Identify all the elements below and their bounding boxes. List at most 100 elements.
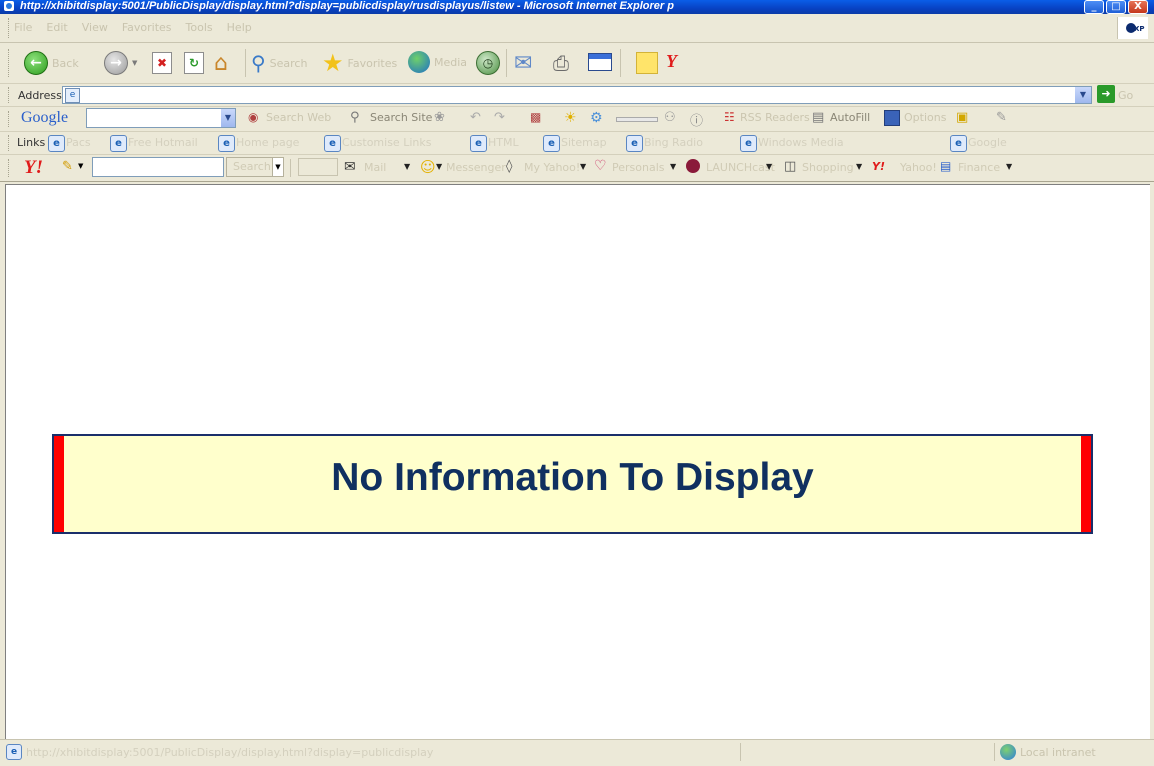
pencil-icon[interactable]: ✎ <box>62 159 73 174</box>
yahoo-messenger-button[interactable]: Y <box>666 51 677 72</box>
address-input[interactable]: e ▼ <box>62 86 1092 104</box>
search-site-button[interactable]: Search Site <box>370 111 432 124</box>
close-button[interactable]: X <box>1128 0 1148 14</box>
print-button[interactable]: ⎙ <box>553 51 569 75</box>
binoculars-icon[interactable]: ◉ <box>248 110 262 124</box>
link-item[interactable]: Customise Links <box>342 136 431 149</box>
chevron-down-icon[interactable]: ▼ <box>670 162 676 171</box>
chevron-down-icon[interactable]: ▼ <box>1075 87 1091 103</box>
menu-item[interactable]: File <box>14 21 32 34</box>
page-info-icon[interactable]: ⚇ <box>664 110 678 125</box>
go-button[interactable]: Go <box>1118 89 1133 102</box>
forward-button[interactable]: → ▼ <box>104 51 137 75</box>
link-ie-icon[interactable]: e <box>48 135 65 152</box>
info-icon[interactable]: ⓘ <box>690 110 704 129</box>
minimize-button[interactable]: _ <box>1084 0 1104 14</box>
options-gear-icon[interactable]: ⚙ <box>590 110 604 126</box>
link-item[interactable]: Sitemap <box>561 136 607 149</box>
chevron-down-icon[interactable]: ▼ <box>856 162 862 171</box>
notes-button[interactable] <box>636 52 658 74</box>
no-info-banner: No Information To Display <box>52 434 1093 534</box>
google-search-input[interactable]: ▼ <box>86 108 236 128</box>
toolbar-grip[interactable] <box>8 49 12 77</box>
yahoo-finance-button[interactable]: Finance <box>958 161 1000 174</box>
link-item[interactable]: HTML <box>488 136 519 149</box>
news-icon[interactable]: ❀ <box>434 110 448 125</box>
yahoo-shopping-button[interactable]: Shopping <box>802 161 854 174</box>
yahoo-logo[interactable]: Y! <box>24 157 43 179</box>
chevron-down-icon[interactable]: ▼ <box>1006 162 1012 171</box>
link-item[interactable]: Bing Radio <box>644 136 703 149</box>
edit-button[interactable] <box>588 53 612 71</box>
link-ie-icon[interactable]: e <box>626 135 643 152</box>
page-content: No Information To Display <box>5 184 1150 739</box>
chevron-down-icon[interactable]: ▼ <box>766 162 772 171</box>
link-ie-icon[interactable]: e <box>470 135 487 152</box>
link-item[interactable]: Google <box>968 136 1007 149</box>
pencil-icon[interactable]: ✎ <box>996 110 1010 125</box>
yahoo-toolbar-slot[interactable] <box>298 158 338 176</box>
home-button[interactable]: ⌂ <box>214 51 228 76</box>
chevron-down-icon[interactable]: ▼ <box>404 162 410 171</box>
toolbar-grip[interactable] <box>8 111 12 127</box>
my-yahoo-icon: ◊ <box>506 159 513 174</box>
link-ie-icon[interactable]: e <box>110 135 127 152</box>
my-yahoo-button[interactable]: My Yahoo! <box>524 161 580 174</box>
history-button[interactable]: ◷ <box>476 51 500 75</box>
favorites-button[interactable]: ★ Favorites <box>322 49 397 77</box>
toolbar-grip[interactable] <box>8 135 12 151</box>
chevron-down-icon[interactable]: ▼ <box>221 109 235 127</box>
go-arrow-icon[interactable]: ➜ <box>1097 85 1115 103</box>
page-icon: e <box>65 88 80 103</box>
link-ie-icon[interactable]: e <box>740 135 757 152</box>
link-ie-icon[interactable]: e <box>324 135 341 152</box>
link-item[interactable]: Windows Media <box>758 136 844 149</box>
yahoo-mail-button[interactable]: Mail <box>364 161 386 174</box>
next-icon[interactable]: ↷ <box>494 110 508 125</box>
refresh-button[interactable]: ↻ <box>184 52 204 74</box>
back-button[interactable]: ← Back <box>24 51 79 75</box>
menu-item[interactable]: Edit <box>46 21 67 34</box>
link-item[interactable]: Home page <box>236 136 299 149</box>
yahoo-personals-button[interactable]: Personals <box>612 161 665 174</box>
search-button[interactable]: ⚲ Search <box>251 51 307 75</box>
chevron-down-icon[interactable]: ▼ <box>272 158 283 176</box>
yahoo-search-input[interactable] <box>92 157 224 177</box>
link-ie-icon[interactable]: e <box>950 135 967 152</box>
toolbar-separator <box>290 159 291 177</box>
link-item[interactable]: Pacs <box>66 136 91 149</box>
yahoo-search-button[interactable]: Search ▼ <box>226 157 284 177</box>
menu-item[interactable]: Tools <box>186 21 213 34</box>
toolbar-grip[interactable] <box>8 159 12 177</box>
chevron-down-icon[interactable]: ▼ <box>436 162 442 171</box>
autofill-button[interactable]: AutoFill <box>830 111 870 124</box>
google-logo[interactable]: Google <box>21 109 68 127</box>
mail-button[interactable]: ✉ <box>514 51 532 76</box>
menu-item[interactable]: View <box>82 21 108 34</box>
search-web-button[interactable]: Search Web <box>266 111 331 124</box>
mail-icon: ✉ <box>344 159 356 175</box>
yahoo-messenger-link[interactable]: Messenger <box>446 161 506 174</box>
launchcast-button[interactable]: LAUNCHcast <box>706 161 775 174</box>
toolbar-grip[interactable] <box>8 18 12 38</box>
chevron-down-icon[interactable]: ▼ <box>78 162 83 170</box>
history-clock-icon: ◷ <box>476 51 500 75</box>
highlight-icon[interactable]: ☀ <box>564 110 578 126</box>
link-ie-icon[interactable]: e <box>543 135 560 152</box>
toolbar-grip[interactable] <box>8 87 12 103</box>
link-ie-icon[interactable]: e <box>218 135 235 152</box>
maximize-button[interactable]: □ <box>1106 0 1126 14</box>
yahoo-home-button[interactable]: Yahoo! <box>900 161 937 174</box>
up-icon[interactable]: ↶ <box>470 110 484 125</box>
media-button[interactable]: Media <box>408 51 467 73</box>
chevron-down-icon[interactable]: ▼ <box>580 162 586 171</box>
stop-button[interactable]: ✖ <box>152 52 172 74</box>
pagerank-icon[interactable]: ▩ <box>530 110 544 124</box>
popup-blocker-icon[interactable]: ▣ <box>956 110 970 125</box>
menu-item[interactable]: Help <box>227 21 252 34</box>
options-button[interactable]: Options <box>904 111 946 124</box>
rss-icon[interactable]: ☷ <box>724 110 738 124</box>
rss-readers-button[interactable]: RSS Readers <box>740 111 810 124</box>
link-item[interactable]: Free Hotmail <box>128 136 198 149</box>
menu-item[interactable]: Favorites <box>122 21 172 34</box>
